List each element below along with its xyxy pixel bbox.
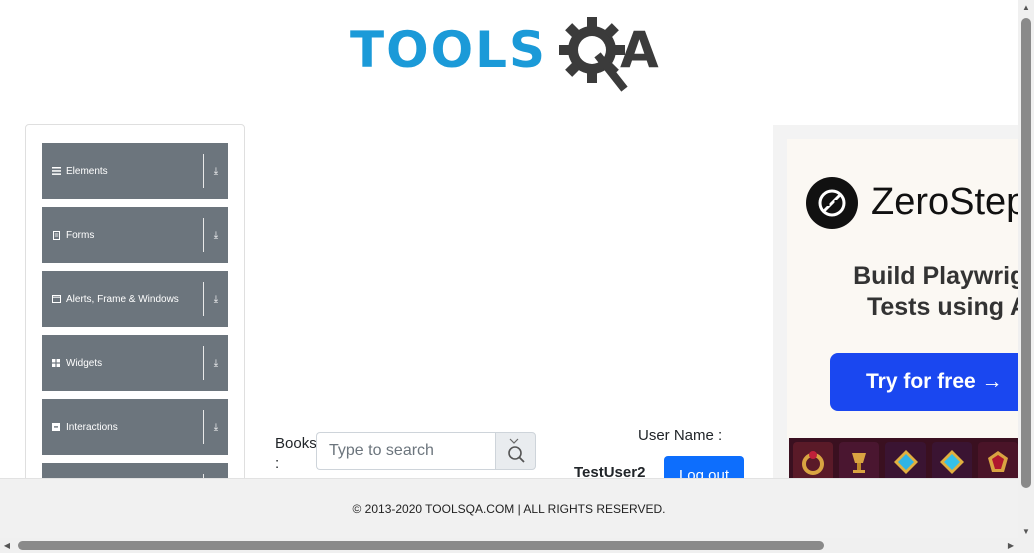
chalice-icon <box>839 441 880 482</box>
group-header-widgets[interactable]: Widgets ⤓ <box>42 335 228 391</box>
download-arrow-icon: ⤓ <box>213 165 219 177</box>
diamond-icon <box>885 441 926 482</box>
vertical-scrollbar-thumb[interactable] <box>1021 18 1031 488</box>
group-header-forms[interactable]: Forms ⤓ <box>42 207 228 263</box>
divider <box>203 154 204 188</box>
download-arrow-icon: ⤓ <box>213 357 219 369</box>
search-icon <box>507 438 525 463</box>
divider <box>203 282 204 316</box>
diamond-icon <box>931 441 972 482</box>
scroll-down-arrow-icon[interactable]: ▼ <box>1018 524 1034 538</box>
toolsqa-logo[interactable]: TOOLS A <box>350 14 674 92</box>
left-panel: Elements ⤓ Forms ⤓ Alerts, Frame & Windo… <box>25 124 245 538</box>
divider <box>203 218 204 252</box>
scroll-up-arrow-icon[interactable]: ▲ <box>1018 0 1034 14</box>
square-icon <box>51 422 61 432</box>
group-header-alerts-frame-windows[interactable]: Alerts, Frame & Windows ⤓ <box>42 271 228 327</box>
group-header-elements[interactable]: Elements ⤓ <box>42 143 228 199</box>
logo-text-tools: TOOLS <box>350 21 547 79</box>
group-label: Interactions <box>66 421 118 433</box>
download-arrow-icon: ⤓ <box>213 229 219 241</box>
footer: © 2013-2020 TOOLSQA.COM | ALL RIGHTS RES… <box>0 478 1018 538</box>
search-input[interactable] <box>316 432 495 470</box>
scroll-right-arrow-icon[interactable]: ▶ <box>1004 538 1018 553</box>
books-label: Books : <box>275 434 319 474</box>
hamburger-icon <box>51 166 61 176</box>
group-label: Forms <box>66 229 95 241</box>
ad-headline: Build Playwright Tests using AI <box>853 262 1018 321</box>
group-header-interactions[interactable]: Interactions ⤓ <box>42 399 228 455</box>
logo-text-a: A <box>620 21 659 79</box>
footer-copyright: © 2013-2020 TOOLSQA.COM | ALL RIGHTS RES… <box>352 501 666 516</box>
zerostep-logo-icon <box>806 177 858 229</box>
divider <box>203 346 204 380</box>
ring-icon <box>793 441 834 482</box>
download-arrow-icon: ⤓ <box>213 421 219 433</box>
group-label: Alerts, Frame & Windows <box>66 293 179 305</box>
horizontal-scrollbar-thumb[interactable] <box>18 541 824 550</box>
advertisement[interactable]: ZeroStep Build Playwright Tests using AI… <box>773 125 1018 485</box>
search-button[interactable] <box>495 432 536 470</box>
page-viewport: TOOLS A Elements ⤓ Forms ⤓ Alerts, Frame… <box>0 0 1018 538</box>
window-icon <box>51 294 61 304</box>
books-label-text: Books : <box>275 435 317 472</box>
divider <box>203 410 204 444</box>
scroll-left-arrow-icon[interactable]: ◀ <box>0 538 14 553</box>
user-name-label: User Name : <box>638 427 723 444</box>
vertical-scrollbar[interactable]: ▲ ▼ <box>1018 0 1034 538</box>
group-label: Elements <box>66 165 108 177</box>
group-label: Widgets <box>66 357 103 369</box>
ruby-icon <box>977 441 1018 482</box>
horizontal-scrollbar[interactable]: ◀ ▶ <box>0 538 1034 553</box>
download-arrow-icon: ⤓ <box>213 293 219 305</box>
ad-brand: ZeroStep <box>871 181 1018 223</box>
search-box <box>316 432 536 470</box>
document-icon <box>51 230 61 240</box>
grid-icon <box>51 358 61 368</box>
ad-cta-button[interactable]: Try for free → <box>830 353 1018 411</box>
